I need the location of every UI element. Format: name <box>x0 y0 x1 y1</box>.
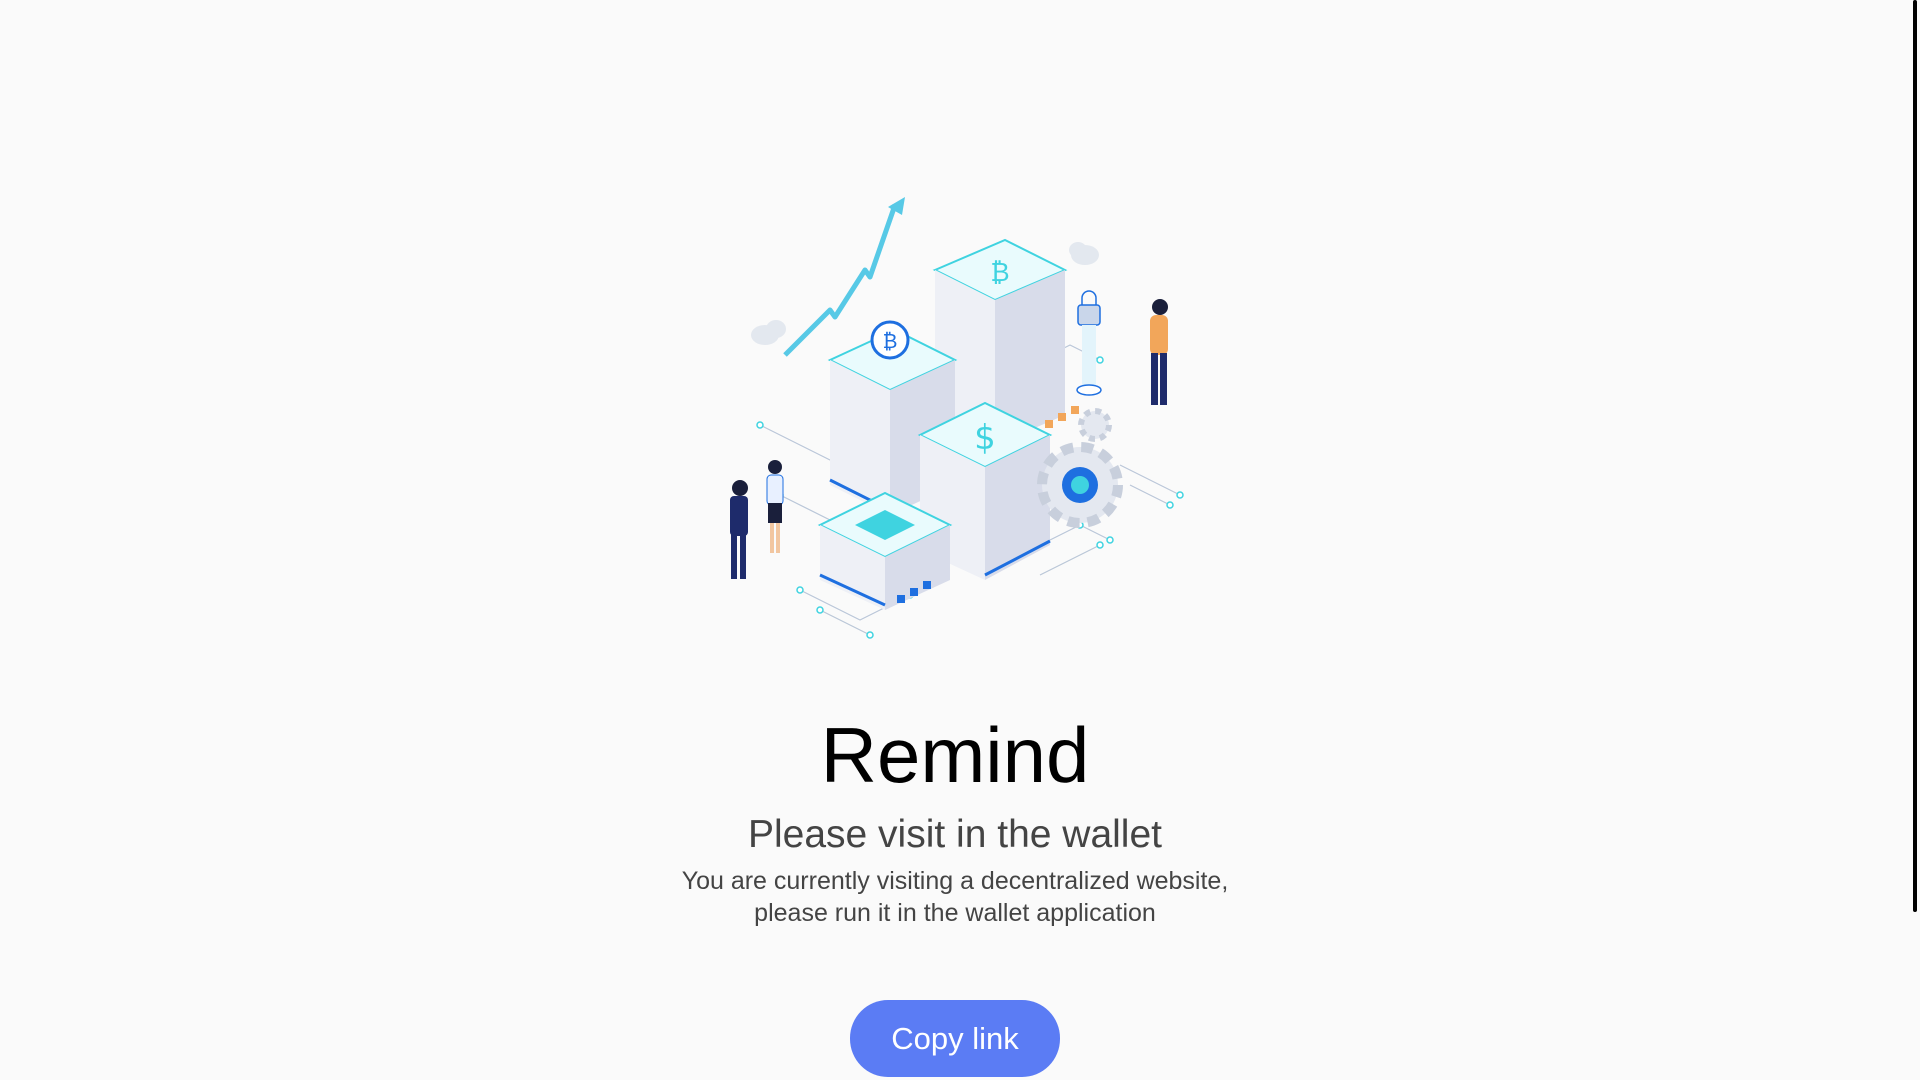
copy-link-button[interactable]: Copy link <box>850 1000 1060 1077</box>
person-standing-right <box>1150 299 1168 405</box>
page-title: Remind <box>820 711 1090 799</box>
lock-icon <box>1076 290 1102 396</box>
gear-icon <box>1037 408 1123 528</box>
svg-text:₿: ₿ <box>990 258 1009 288</box>
svg-text:$: $ <box>974 418 996 458</box>
page-description: You are currently visiting a decentraliz… <box>681 867 1229 927</box>
person-left-woman <box>766 460 784 553</box>
main-content: ₿ ₿ $ Remind Please visit in the wallet … <box>0 0 1910 1080</box>
vertical-scrollbar[interactable] <box>1910 0 1920 1080</box>
crypto-servers-illustration: ₿ ₿ $ <box>730 197 1184 639</box>
svg-text:₿: ₿ <box>883 329 898 353</box>
scrollbar-thumb[interactable] <box>1913 0 1917 912</box>
page-subtitle: Please visit in the wallet <box>747 813 1163 856</box>
page: ₿ ₿ $ Remind Please visit in the wallet … <box>0 0 1920 1080</box>
person-left-man <box>730 480 748 579</box>
